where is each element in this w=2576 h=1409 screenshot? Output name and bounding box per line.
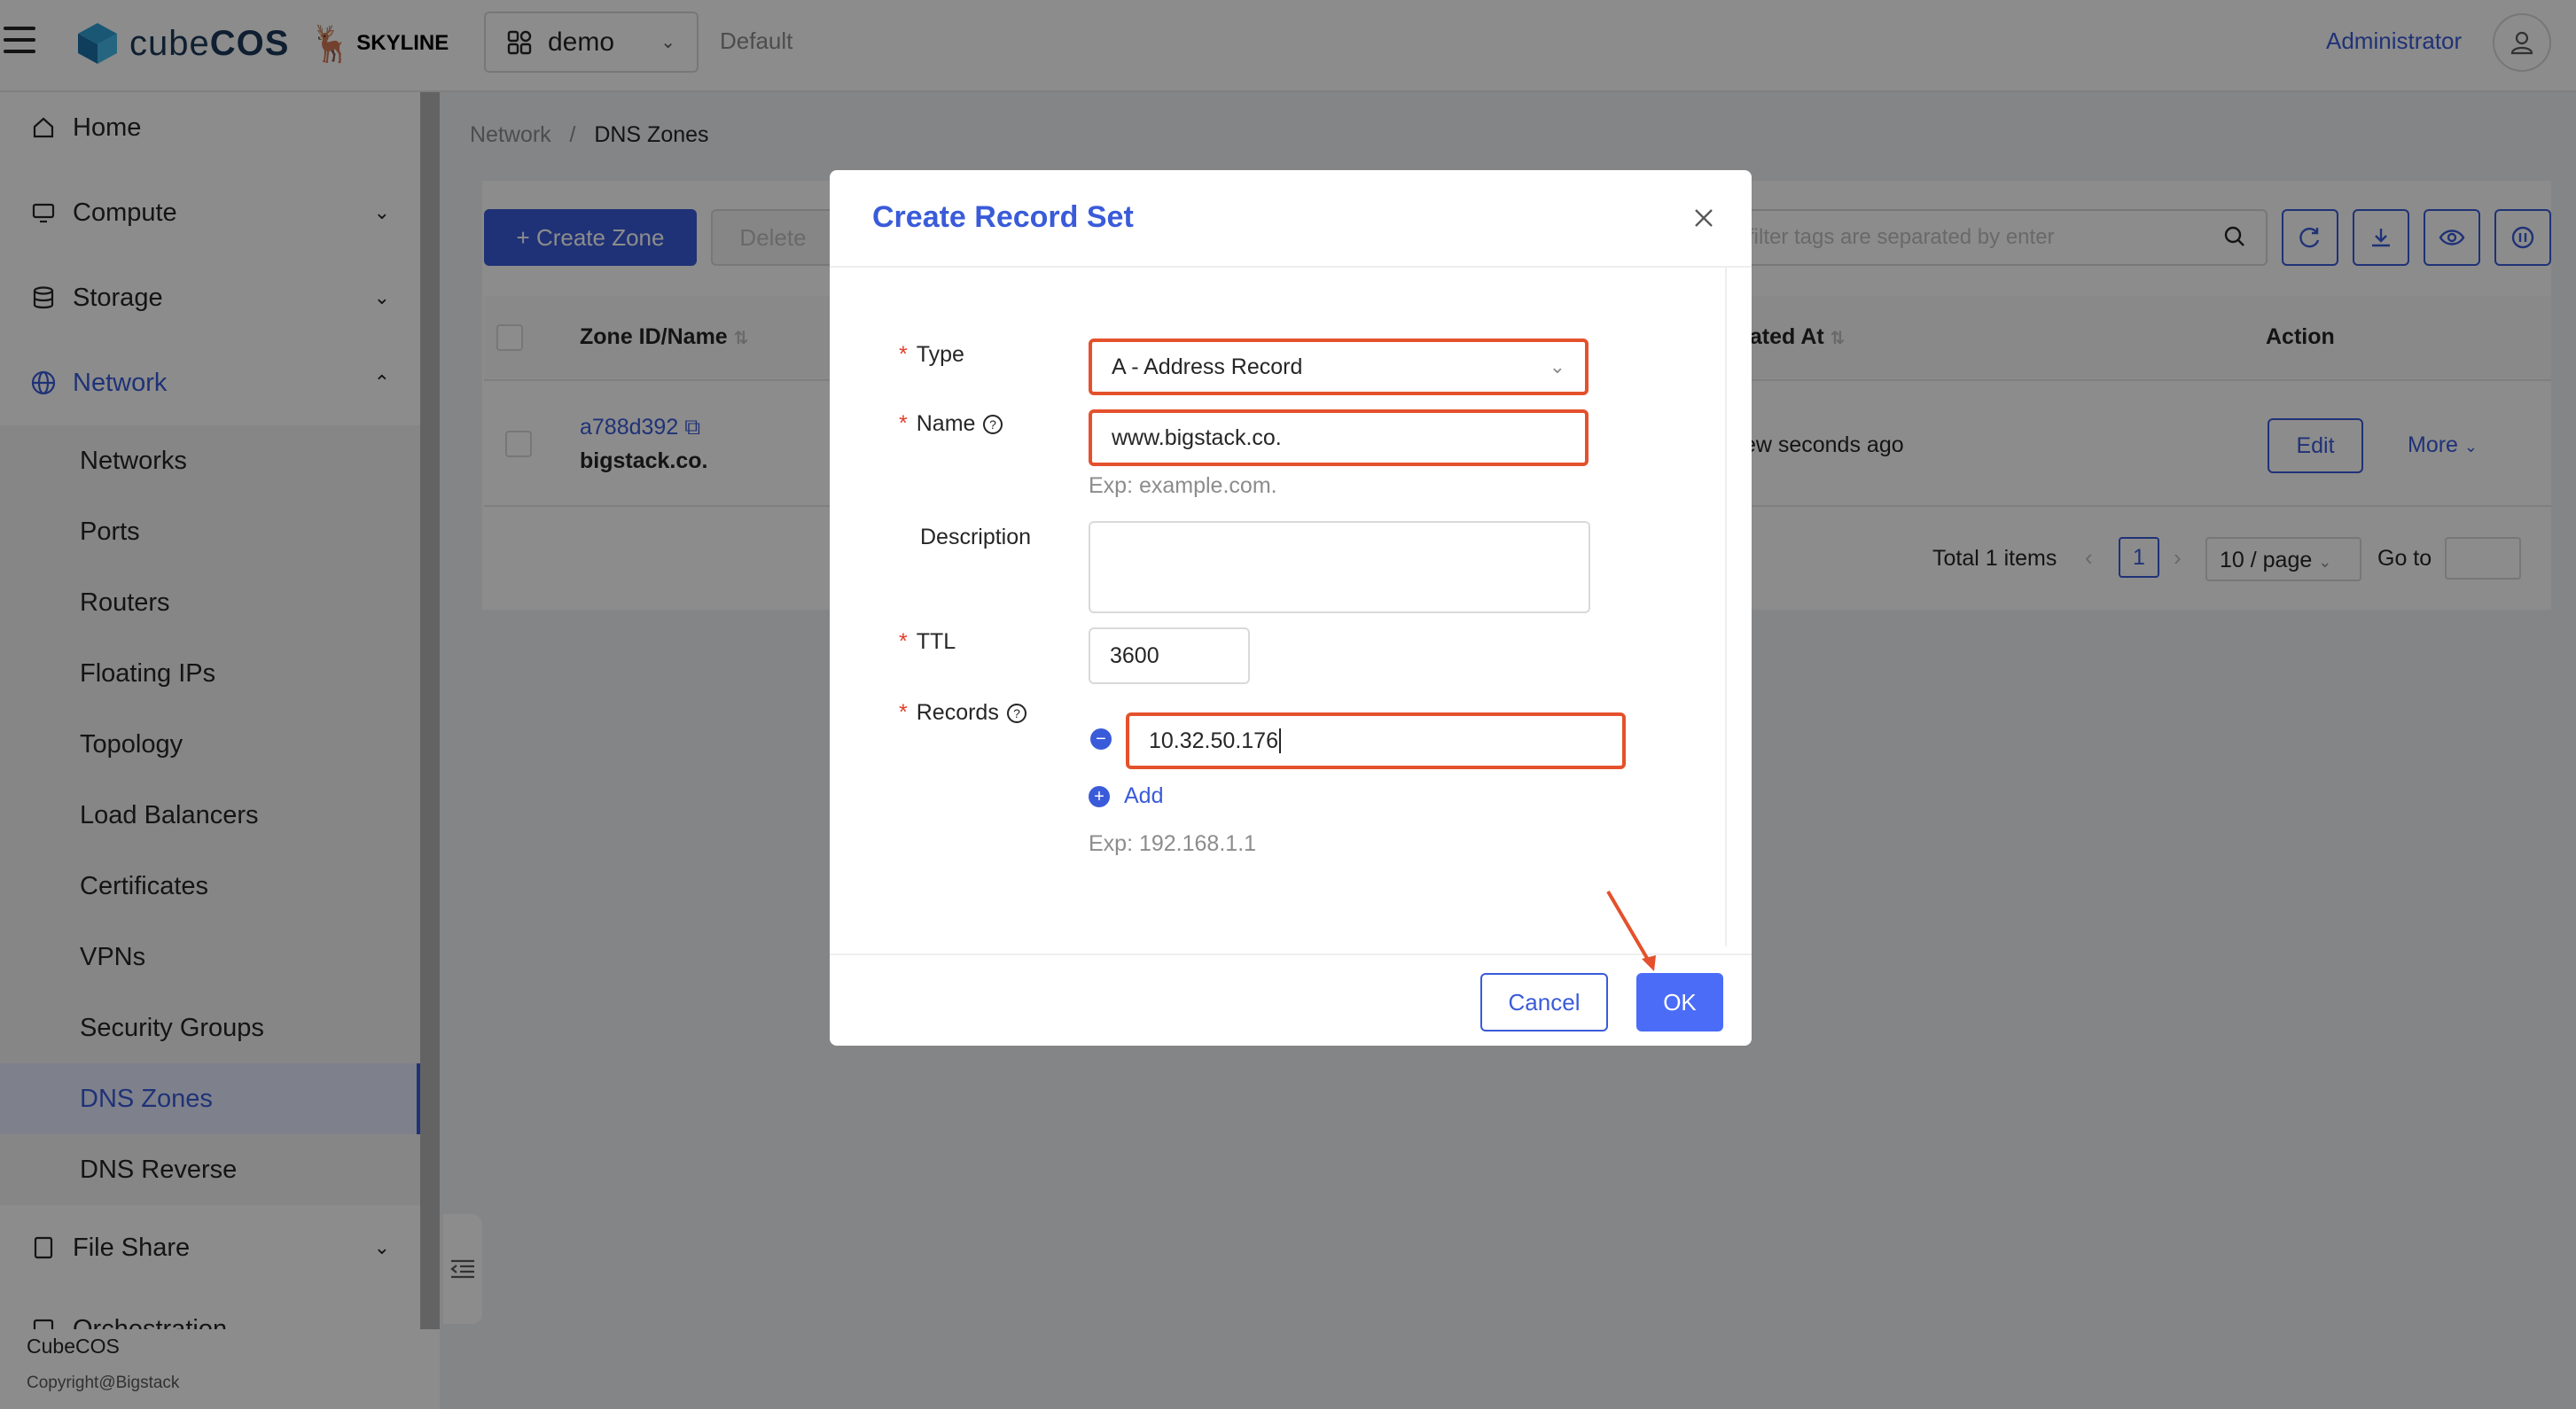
name-label: * Name ?: [899, 411, 1003, 437]
cancel-button[interactable]: Cancel: [1480, 973, 1608, 1031]
chevron-down-icon: ⌄: [1549, 355, 1565, 378]
remove-record-icon[interactable]: −: [1090, 728, 1112, 750]
required-mark: *: [899, 700, 908, 725]
records-label: * Records ?: [899, 700, 1027, 726]
close-icon[interactable]: [1688, 202, 1720, 234]
svg-text:?: ?: [990, 417, 997, 432]
description-textarea[interactable]: [1089, 521, 1590, 613]
ttl-input[interactable]: 3600: [1089, 627, 1250, 684]
required-mark: *: [899, 411, 908, 436]
modal-title: Create Record Set: [872, 200, 1134, 234]
type-select[interactable]: A - Address Record ⌄: [1089, 339, 1589, 395]
modal-header-divider: [830, 266, 1752, 268]
help-icon[interactable]: ?: [982, 414, 1003, 435]
records-hint: Exp: 192.168.1.1: [1089, 831, 1257, 856]
record-input-value: 10.32.50.176: [1149, 728, 1278, 753]
description-label: Description: [920, 525, 1032, 549]
type-label: * Type: [899, 342, 964, 367]
help-icon[interactable]: ?: [1006, 703, 1027, 724]
svg-text:?: ?: [1013, 706, 1020, 720]
required-mark: *: [899, 342, 908, 367]
name-hint: Exp: example.com.: [1089, 473, 1277, 498]
add-record-button[interactable]: + Add: [1089, 783, 1163, 809]
type-select-value: A - Address Record: [1112, 354, 1303, 379]
ttl-label: * TTL: [899, 629, 956, 654]
name-input-value: www.bigstack.co.: [1112, 424, 1282, 450]
plus-icon: +: [1089, 785, 1110, 807]
ok-button[interactable]: OK: [1636, 973, 1723, 1031]
record-input[interactable]: 10.32.50.176: [1126, 712, 1626, 769]
required-mark: *: [899, 629, 908, 654]
name-input[interactable]: www.bigstack.co.: [1089, 409, 1589, 466]
add-record-label: Add: [1124, 783, 1164, 808]
annotation-arrow-icon: [1606, 890, 1656, 971]
modal-scrollbar[interactable]: [1725, 268, 1727, 946]
text-cursor: [1278, 728, 1281, 753]
ttl-input-value: 3600: [1110, 642, 1159, 668]
